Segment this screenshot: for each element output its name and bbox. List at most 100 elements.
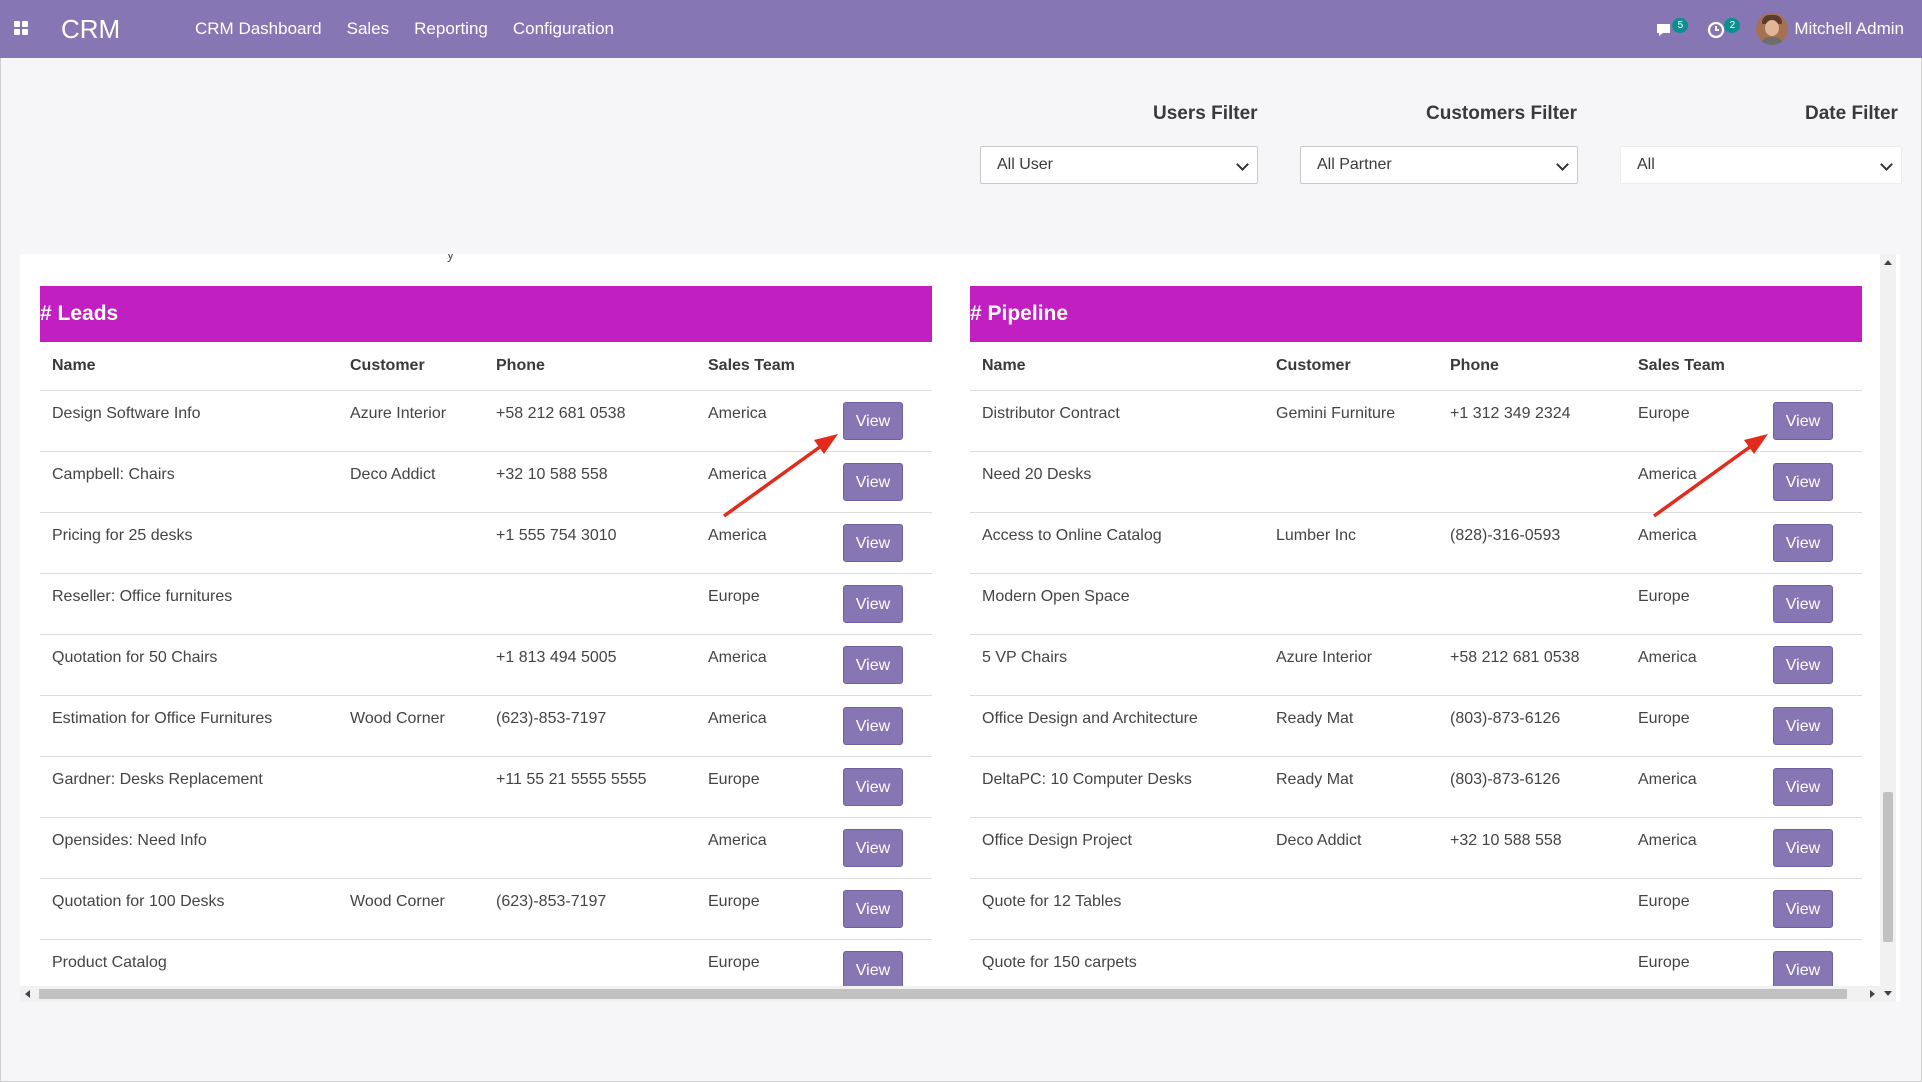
- view-button[interactable]: View: [1773, 707, 1833, 745]
- view-button[interactable]: View: [843, 707, 903, 745]
- cell-customer: [1264, 878, 1438, 940]
- scroll-left-arrow-icon[interactable]: [25, 990, 30, 998]
- cell-action: View: [1761, 695, 1862, 757]
- cell-customer: Deco Addict: [1264, 817, 1438, 879]
- scroll-right-arrow-icon[interactable]: [1870, 990, 1875, 998]
- cell-name: Modern Open Space: [970, 573, 1264, 635]
- vertical-scrollbar[interactable]: [1880, 254, 1896, 1002]
- activities-count-badge: 2: [1724, 18, 1741, 33]
- view-button[interactable]: View: [843, 524, 903, 562]
- view-button[interactable]: View: [843, 951, 903, 989]
- view-button[interactable]: View: [1773, 524, 1833, 562]
- date-filter-value: All: [1637, 156, 1655, 173]
- view-button[interactable]: View: [843, 768, 903, 806]
- menu-crm-dashboard[interactable]: CRM Dashboard: [195, 19, 322, 39]
- view-button[interactable]: View: [1773, 646, 1833, 684]
- cell-customer: Lumber Inc: [1264, 512, 1438, 574]
- customers-filter-value: All Partner: [1317, 156, 1392, 173]
- view-button[interactable]: View: [1773, 463, 1833, 501]
- cell-phone: (803)-873-6126: [1438, 695, 1626, 757]
- cell-customer: Wood Corner: [338, 695, 484, 757]
- annotation-arrow-pipeline-icon: [1652, 434, 1768, 518]
- cell-action: View: [831, 878, 932, 940]
- cell-team: Europe: [696, 573, 831, 635]
- column-header-customer: Customer: [338, 342, 484, 391]
- view-button[interactable]: View: [843, 585, 903, 623]
- menu-sales[interactable]: Sales: [347, 19, 390, 39]
- cell-action: View: [1761, 817, 1862, 879]
- cell-team: America: [696, 817, 831, 879]
- cell-customer: Gemini Furniture: [1264, 390, 1438, 452]
- cell-name: Need 20 Desks: [970, 451, 1264, 513]
- cell-team: Europe: [696, 878, 831, 940]
- chevron-down-icon: [1556, 158, 1569, 171]
- cell-phone: (623)-853-7197: [484, 878, 696, 940]
- apps-grid-icon[interactable]: [14, 21, 30, 37]
- scroll-up-arrow-icon[interactable]: [1884, 260, 1892, 265]
- cell-customer: [338, 512, 484, 574]
- table-row: 5 VP Chairs Azure Interior +58 212 681 053…: [970, 634, 1862, 696]
- view-button[interactable]: View: [843, 890, 903, 928]
- chevron-down-icon: [1880, 158, 1893, 171]
- pipeline-card: # Pipeline Name Customer Phone Sales Tea…: [970, 286, 1862, 1001]
- table-header-row: Name Customer Phone Sales Team: [40, 342, 932, 391]
- cell-name: Office Design Project: [970, 817, 1264, 879]
- cell-name: Estimation for Office Furnitures: [40, 695, 338, 757]
- view-button[interactable]: View: [1773, 768, 1833, 806]
- view-button[interactable]: View: [843, 463, 903, 501]
- cell-team: America: [1626, 634, 1761, 696]
- cell-action: View: [831, 756, 932, 818]
- cell-customer: [338, 573, 484, 635]
- menu-configuration[interactable]: Configuration: [513, 19, 614, 39]
- messages-count-badge: 5: [1672, 18, 1689, 33]
- view-button[interactable]: View: [843, 829, 903, 867]
- cell-name: Opensides: Need Info: [40, 817, 338, 879]
- cell-phone: [484, 817, 696, 879]
- cell-phone: [1438, 451, 1626, 513]
- cell-customer: [338, 634, 484, 696]
- cell-action: View: [831, 817, 932, 879]
- view-button[interactable]: View: [1773, 890, 1833, 928]
- cell-name: Campbell: Chairs: [40, 451, 338, 513]
- cell-customer: Wood Corner: [338, 878, 484, 940]
- horizontal-scroll-thumb[interactable]: [39, 989, 1847, 999]
- customers-filter-select[interactable]: All Partner: [1300, 146, 1578, 184]
- cell-phone: (623)-853-7197: [484, 695, 696, 757]
- cell-team: America: [696, 695, 831, 757]
- view-button[interactable]: View: [843, 402, 903, 440]
- cell-team: Europe: [1626, 878, 1761, 940]
- cell-team: America: [696, 634, 831, 696]
- vertical-scroll-thumb[interactable]: [1883, 792, 1893, 942]
- view-button[interactable]: View: [1773, 585, 1833, 623]
- app-brand[interactable]: CRM: [61, 14, 120, 45]
- view-button[interactable]: View: [1773, 829, 1833, 867]
- view-button[interactable]: View: [843, 646, 903, 684]
- users-filter-label: Users Filter: [1153, 103, 1258, 124]
- cell-phone: [1438, 878, 1626, 940]
- customers-filter-label: Customers Filter: [1426, 103, 1577, 124]
- cell-team: America: [1626, 817, 1761, 879]
- user-avatar[interactable]: [1756, 13, 1789, 45]
- table-header-row: Name Customer Phone Sales Team: [970, 342, 1862, 391]
- scroll-down-arrow-icon[interactable]: [1884, 991, 1892, 996]
- view-button[interactable]: View: [1773, 402, 1833, 440]
- cell-phone: (803)-873-6126: [1438, 756, 1626, 818]
- horizontal-scrollbar[interactable]: [20, 986, 1880, 1002]
- messages-menu[interactable]: 5: [1652, 14, 1689, 44]
- activities-menu[interactable]: 2: [1704, 14, 1741, 44]
- leads-card: # Leads Name Customer Phone Sales Team D…: [40, 286, 932, 1001]
- cell-customer: [338, 756, 484, 818]
- cell-action: View: [1761, 512, 1862, 574]
- cell-phone: +58 212 681 0538: [484, 390, 696, 452]
- user-name[interactable]: Mitchell Admin: [1794, 19, 1904, 39]
- table-row: Office Design Project Deco Addict +32 10 5…: [970, 817, 1862, 879]
- cell-action: View: [1761, 573, 1862, 635]
- date-filter-select[interactable]: All: [1620, 146, 1902, 184]
- view-button[interactable]: View: [1773, 951, 1833, 989]
- cell-customer: Ready Mat: [1264, 756, 1438, 818]
- column-header-customer: Customer: [1264, 342, 1438, 391]
- cell-phone: +11 55 21 5555 5555: [484, 756, 696, 818]
- users-filter-select[interactable]: All User: [980, 146, 1258, 184]
- menu-reporting[interactable]: Reporting: [414, 19, 488, 39]
- cell-customer: Deco Addict: [338, 451, 484, 513]
